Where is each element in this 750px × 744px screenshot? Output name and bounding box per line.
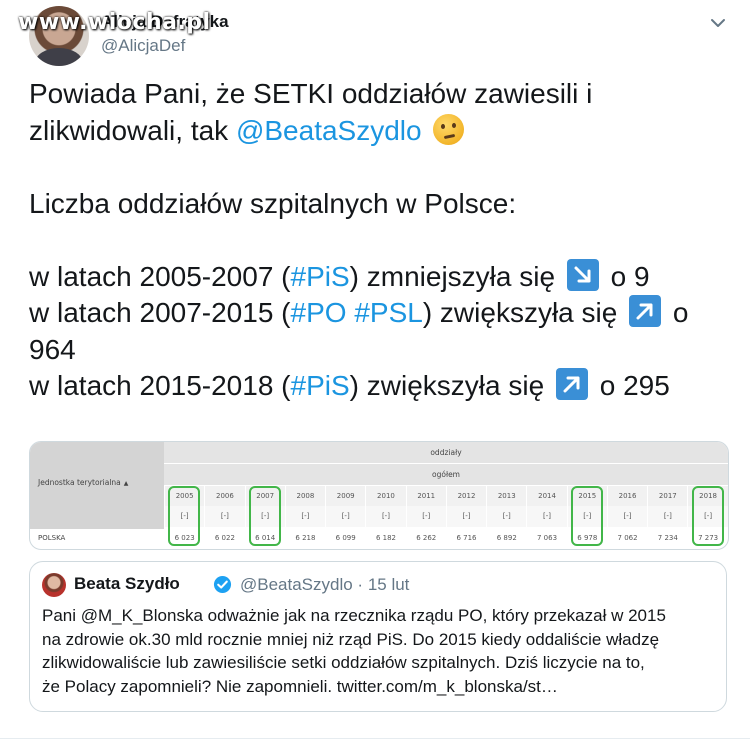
quoted-text-line: Pani @M_K_Blonska odważnie jak na rzeczn… — [42, 606, 666, 625]
table-header-total: ogółem — [164, 464, 728, 486]
quoted-text: Pani @M_K_Blonska odważnie jak na rzeczn… — [42, 604, 718, 698]
text-fragment: o 9 — [602, 260, 650, 292]
hashtag-link[interactable]: #PiS — [291, 261, 350, 292]
chevron-down-icon[interactable] — [708, 13, 728, 33]
table-header-departments: oddziały — [164, 442, 728, 464]
year-header-cell: 2013 — [486, 486, 526, 506]
text-line: Liczba oddziałów szpitalnych w Polsce: — [29, 186, 729, 223]
quoted-author-name[interactable]: Beata Szydło — [74, 574, 180, 594]
bracket-cell: [-] — [405, 506, 446, 527]
tweet-text: Powiada Pani, że SETKI oddziałów zawiesi… — [29, 76, 729, 405]
tweet: www.wiocha.pl Alicja Dafratyka @AlicjaDe… — [0, 0, 750, 744]
table-left-header: Jednostka terytorialna ▲ — [30, 442, 164, 529]
quoted-text-line: zlikwidowaliście lub zawiesiliście setki… — [42, 653, 645, 672]
hashtag-link[interactable]: #PiS — [291, 370, 350, 401]
value-cell: 6 182 — [365, 528, 405, 549]
text-fragment: ) zwiększyła się — [349, 370, 552, 401]
text-fragment: o — [665, 297, 689, 328]
year-header-cell: 2009 — [325, 486, 365, 506]
quoted-author-avatar[interactable] — [42, 573, 66, 597]
value-cell: 6 716 — [445, 528, 486, 549]
table-image[interactable]: Jednostka terytorialna ▲ oddziały ogółem … — [29, 441, 729, 550]
text-line: w latach 2005-2007 (#PiS) zmniejszyła si… — [29, 258, 729, 296]
year-header-cell: 2011 — [405, 486, 446, 506]
text-fragment: 964 — [29, 333, 76, 365]
text-fragment: zlikwidowali, tak — [29, 114, 236, 146]
row-label-polska: POLSKA — [38, 534, 66, 542]
hashtag-link[interactable]: #PO — [291, 297, 347, 328]
bracket-cell: [-] — [526, 506, 566, 527]
column-header-territory: Jednostka terytorialna — [38, 478, 121, 487]
value-cell: 6 262 — [405, 528, 446, 549]
value-cell: 7 063 — [526, 528, 566, 549]
bracket-cell: [-] — [486, 506, 526, 527]
bracket-cell: [-] — [284, 506, 325, 527]
year-header-cell: 2006 — [204, 486, 244, 506]
highlight-box — [691, 486, 724, 546]
quoted-text-line: na zdrowie ok.30 mld rocznie mniej niż r… — [42, 629, 660, 649]
bracket-cell: [-] — [325, 506, 365, 527]
bracket-cell: [-] — [445, 506, 486, 527]
hashtag-link[interactable]: #PSL — [354, 297, 423, 328]
text-line: w latach 2007-2015 (#PO #PSL) zwiększyła… — [29, 295, 729, 332]
year-header-cell: 2016 — [606, 486, 647, 506]
mention-link[interactable]: @BeataSzydlo — [236, 115, 422, 146]
arrow-down-right-icon — [566, 258, 599, 291]
quoted-text-line: że Polacy zapomnieli? Nie zapomnieli. tw… — [42, 676, 558, 696]
bracket-cell: [-] — [647, 506, 687, 527]
highlight-box — [168, 486, 201, 546]
text-fragment: ) zmniejszyła się — [349, 260, 563, 292]
text-line: 964 — [29, 332, 729, 369]
arrow-up-right-icon — [629, 295, 662, 327]
sort-icon: ▲ — [123, 480, 129, 487]
text-fragment: Liczba oddziałów szpitalnych w Polsce: — [29, 187, 517, 219]
text-fragment: o 295 — [591, 370, 670, 401]
bracket-cell: [-] — [204, 506, 244, 527]
value-cell: 7 062 — [606, 528, 647, 549]
text-line: w latach 2015-2018 (#PiS) zwiększyła się… — [29, 368, 729, 405]
year-header-cell: 2014 — [526, 486, 566, 506]
text-fragment: ) zwiększyła się — [422, 297, 626, 328]
thinking-face-emoji — [433, 113, 465, 145]
year-header-cell: 2010 — [365, 486, 405, 506]
watermark: www.wiocha.pl — [18, 10, 211, 35]
text-line: Powiada Pani, że SETKI oddziałów zawiesi… — [29, 76, 729, 113]
arrow-up-right-icon — [555, 368, 588, 400]
year-header-cell: 2017 — [647, 486, 687, 506]
value-cell: 6 218 — [284, 528, 325, 549]
value-cell: 6 892 — [486, 528, 526, 549]
year-header-cell: 2012 — [445, 486, 486, 506]
text-fragment: w latach 2005-2007 ( — [29, 260, 291, 292]
highlight-box — [571, 486, 603, 546]
text-fragment: w latach 2015-2018 ( — [29, 370, 291, 401]
quoted-tweet[interactable]: Beata Szydło @BeataSzydlo · 15 lut Pani … — [29, 561, 727, 712]
bracket-cell: [-] — [365, 506, 405, 527]
value-cell: 6 022 — [204, 528, 244, 549]
quoted-handle-time[interactable]: @BeataSzydlo · 15 lut — [240, 575, 409, 595]
text-line: zlikwidowali, tak @BeataSzydlo — [29, 113, 729, 150]
year-header-cell: 2008 — [284, 486, 325, 506]
bracket-cell: [-] — [606, 506, 647, 527]
author-handle[interactable]: @AlicjaDef — [101, 36, 185, 56]
text-fragment: Powiada Pani, że SETKI oddziałów zawiesi… — [29, 78, 593, 109]
highlight-box — [248, 486, 281, 546]
text-fragment: w latach 2007-2015 ( — [29, 297, 291, 328]
value-cell: 6 099 — [325, 528, 365, 549]
verified-badge-icon — [213, 575, 232, 594]
value-cell: 7 234 — [647, 528, 687, 549]
divider — [0, 738, 750, 739]
